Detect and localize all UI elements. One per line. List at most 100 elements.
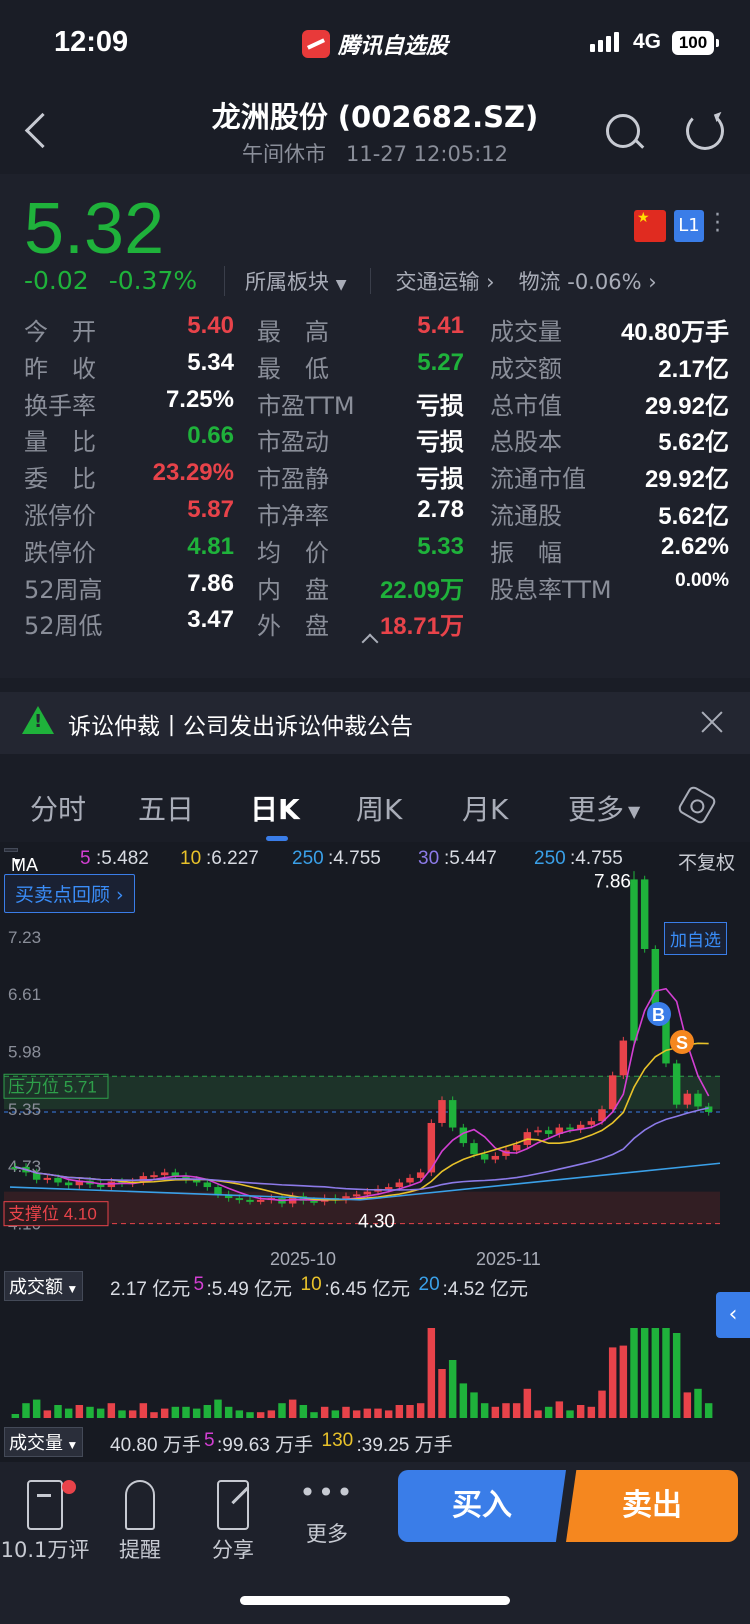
amount-bar: [502, 1403, 510, 1418]
stat-value: 5.41: [417, 312, 464, 339]
amount-bar: [235, 1410, 244, 1418]
tab-5[interactable]: 更多 ▼: [568, 788, 640, 828]
app-logo-icon: [302, 30, 330, 58]
amount-bar: [43, 1410, 52, 1418]
amount-bar: [566, 1410, 574, 1418]
candle: [470, 1143, 478, 1155]
tab-2[interactable]: 日K: [250, 788, 300, 841]
amount-bar: [427, 1328, 436, 1418]
legend-item: 2.17 亿元: [110, 1279, 191, 1300]
candle: [640, 879, 649, 949]
amount-bar: [299, 1405, 308, 1418]
stats-row: 委 比 23.29% 市盈静 亏损 流通市值 29.92亿: [24, 459, 729, 496]
add-favorite-button[interactable]: 加自选: [664, 922, 727, 955]
announcement-banner[interactable]: 诉讼仲裁丨公司发出诉讼仲裁公告: [0, 692, 750, 754]
legend-selector[interactable]: 成交量 ▼: [4, 1427, 84, 1457]
candle: [566, 1127, 574, 1130]
amount-bar: [683, 1392, 692, 1418]
kline-chart[interactable]: MA ▼ 不复权 5:5.482 10:6.227 250:4.755 30:5.44…: [0, 842, 750, 1462]
amount-bar: [438, 1369, 446, 1418]
candle: [619, 1040, 628, 1076]
search-icon[interactable]: [604, 112, 644, 152]
more-icon: •••: [299, 1476, 355, 1509]
buy-button[interactable]: 买入: [398, 1470, 566, 1542]
amount-bar: [491, 1406, 500, 1418]
sell-button[interactable]: 卖出: [566, 1470, 738, 1542]
amount-bar: [182, 1406, 190, 1418]
review-button[interactable]: 买卖点回顾 ›: [4, 874, 135, 913]
candle: [363, 1191, 372, 1195]
refresh-icon[interactable]: [686, 112, 724, 150]
stat-label: 振 幅: [490, 538, 562, 567]
legend-item: 40.80 万手: [110, 1435, 201, 1456]
settings-icon[interactable]: [676, 784, 718, 826]
legend-item: 10: [300, 1274, 322, 1295]
sub-sector-link[interactable]: 物流 -0.06% ›: [519, 266, 657, 296]
collapse-panel-icon[interactable]: ‹: [716, 1292, 750, 1338]
stat-label: 成交量: [490, 318, 562, 346]
candle: [160, 1172, 169, 1176]
stat-label: 流通市值: [490, 465, 586, 494]
stat-label: 量 比: [24, 428, 96, 457]
app-indicator[interactable]: 腾讯自选股: [302, 28, 448, 60]
tab-label: 五日: [138, 793, 195, 826]
legend-item: :5.49 亿元: [206, 1279, 293, 1300]
quote-datetime: 11-27 12:05:12: [345, 142, 508, 166]
amount-bar: [619, 1345, 628, 1418]
share-label: 分享: [212, 1538, 254, 1562]
amount-legend: 成交额 ▼ 2.17 亿元 5:5.49 亿元 10:6.45 亿元 20:4.52 亿…: [0, 1270, 716, 1301]
candle: [438, 1100, 446, 1123]
candle: [395, 1182, 404, 1188]
y-tick-label: 6.61: [8, 985, 41, 1004]
tab-1[interactable]: 五日: [138, 788, 194, 828]
more-button[interactable]: ••• 更多: [282, 1470, 372, 1548]
tab-4[interactable]: 月K: [462, 788, 508, 828]
close-icon[interactable]: [698, 708, 726, 736]
amount-bar: [406, 1405, 414, 1418]
candle: [512, 1144, 521, 1151]
price-change: -0.02 -0.37%: [24, 266, 197, 295]
stat-value: 18.71万: [379, 613, 464, 641]
china-flag-icon: [634, 210, 666, 242]
amount-bar: [150, 1412, 158, 1418]
comments-button[interactable]: 10.1万评: [0, 1470, 90, 1564]
home-indicator[interactable]: [240, 1596, 510, 1605]
share-button[interactable]: 分享: [188, 1470, 278, 1564]
amount-bar: [395, 1405, 404, 1418]
signal-icon: [590, 30, 619, 52]
legend-selector[interactable]: 成交额 ▼: [4, 1271, 84, 1301]
amount-bar: [672, 1333, 681, 1418]
candle: [214, 1187, 222, 1195]
amount-bar: [480, 1403, 489, 1418]
amount-bar: [608, 1347, 617, 1418]
stat-value: 22.09万: [379, 576, 464, 604]
candle: [448, 1100, 457, 1128]
level-badge[interactable]: L1: [674, 210, 704, 242]
tab-0[interactable]: 分时: [30, 788, 86, 828]
stats-row: 量 比 0.66 市盈动 亏损 总股本 5.62亿: [24, 422, 729, 459]
candle: [651, 948, 660, 1012]
candle: [246, 1199, 254, 1202]
sector-link[interactable]: 交通运输 ›: [395, 266, 494, 296]
more-vertical-icon[interactable]: · · ·: [714, 205, 722, 243]
tab-3[interactable]: 周K: [356, 788, 402, 828]
legend-item: :6.45 亿元: [324, 1279, 411, 1300]
amount-bar: [352, 1410, 361, 1418]
legend-item: 130: [321, 1430, 354, 1451]
sector-label: 所属板块: [245, 270, 329, 294]
tab-label: 月K: [462, 793, 509, 826]
alert-button[interactable]: 提醒: [95, 1470, 185, 1564]
amount-bar: [64, 1408, 73, 1418]
candle: [54, 1177, 62, 1183]
stat-value: 5.33: [417, 532, 464, 560]
sector-dropdown[interactable]: 所属板块 ▼: [245, 266, 346, 296]
amount-bar: [32, 1399, 41, 1418]
stats-row: 52周低 3.47 外 盘 18.71万: [24, 606, 729, 643]
stats-row: 52周高 7.86 内 盘 22.09万 股息率TTM 0.00%: [24, 570, 729, 607]
chevron-down-icon: ▼: [335, 277, 347, 293]
amount-bar: [11, 1414, 20, 1418]
amount-bar: [75, 1405, 84, 1418]
stat-value: 5.62亿: [658, 502, 729, 530]
amount-bar: [651, 1328, 660, 1418]
chevron-down-icon: ▼: [63, 1282, 79, 1296]
